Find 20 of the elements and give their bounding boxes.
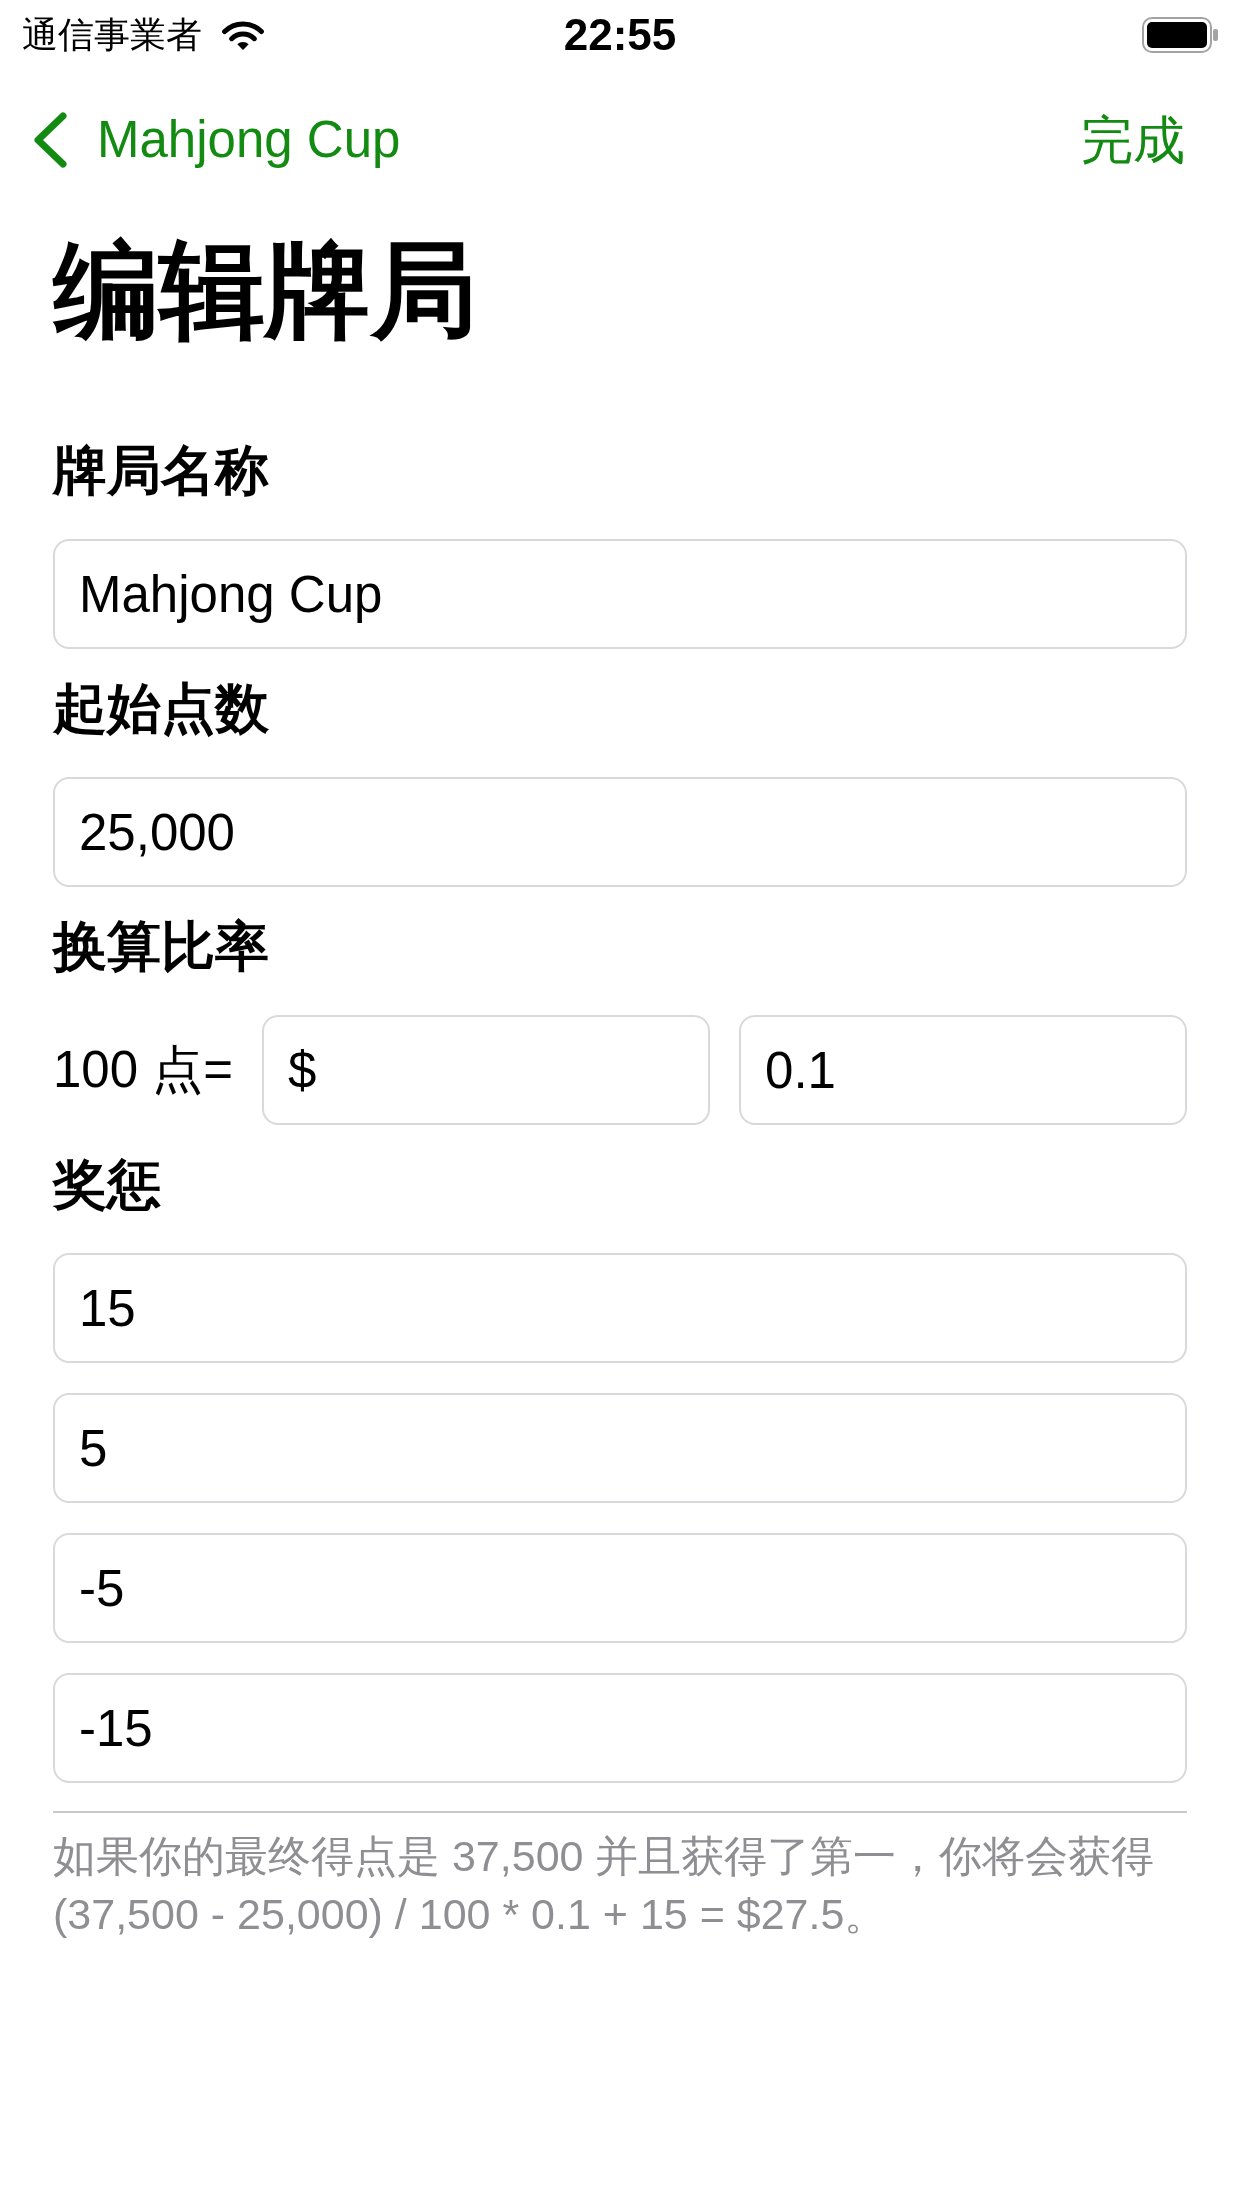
footnote-text: 如果你的最终得点是 37,500 并且获得了第一，你将会获得 (37,500 - 25,000) / 100 * 0.1 + 15 = $27.5。 bbox=[53, 1831, 1156, 1940]
battery-icon bbox=[1142, 17, 1218, 53]
time-text: 22:55 bbox=[563, 10, 677, 60]
text-field[interactable]: -15 bbox=[53, 1673, 1187, 1783]
text-field[interactable]: 25,000 bbox=[53, 777, 1187, 887]
section-label: 换算比率 bbox=[53, 916, 270, 976]
section-label: 牌局名称 bbox=[53, 440, 270, 500]
back-button[interactable]: Mahjong Cup bbox=[30, 110, 401, 170]
rate-prefix-label: 100 点= bbox=[53, 1040, 234, 1100]
page-title: 编辑牌局 bbox=[51, 230, 478, 350]
section-label: 起始点数 bbox=[53, 678, 270, 738]
text-field[interactable]: $ bbox=[262, 1015, 711, 1125]
done-button[interactable]: 完成 bbox=[1081, 110, 1185, 170]
text-field[interactable]: 5 bbox=[53, 1393, 1187, 1503]
text-field[interactable]: -5 bbox=[53, 1533, 1187, 1643]
text-field[interactable]: 15 bbox=[53, 1253, 1187, 1363]
section-label: 奖惩 bbox=[53, 1154, 162, 1214]
text-field[interactable]: Mahjong Cup bbox=[53, 539, 1187, 649]
text-field[interactable]: 0.1 bbox=[739, 1015, 1187, 1125]
carrier-name: 通信事業者 bbox=[22, 15, 202, 55]
